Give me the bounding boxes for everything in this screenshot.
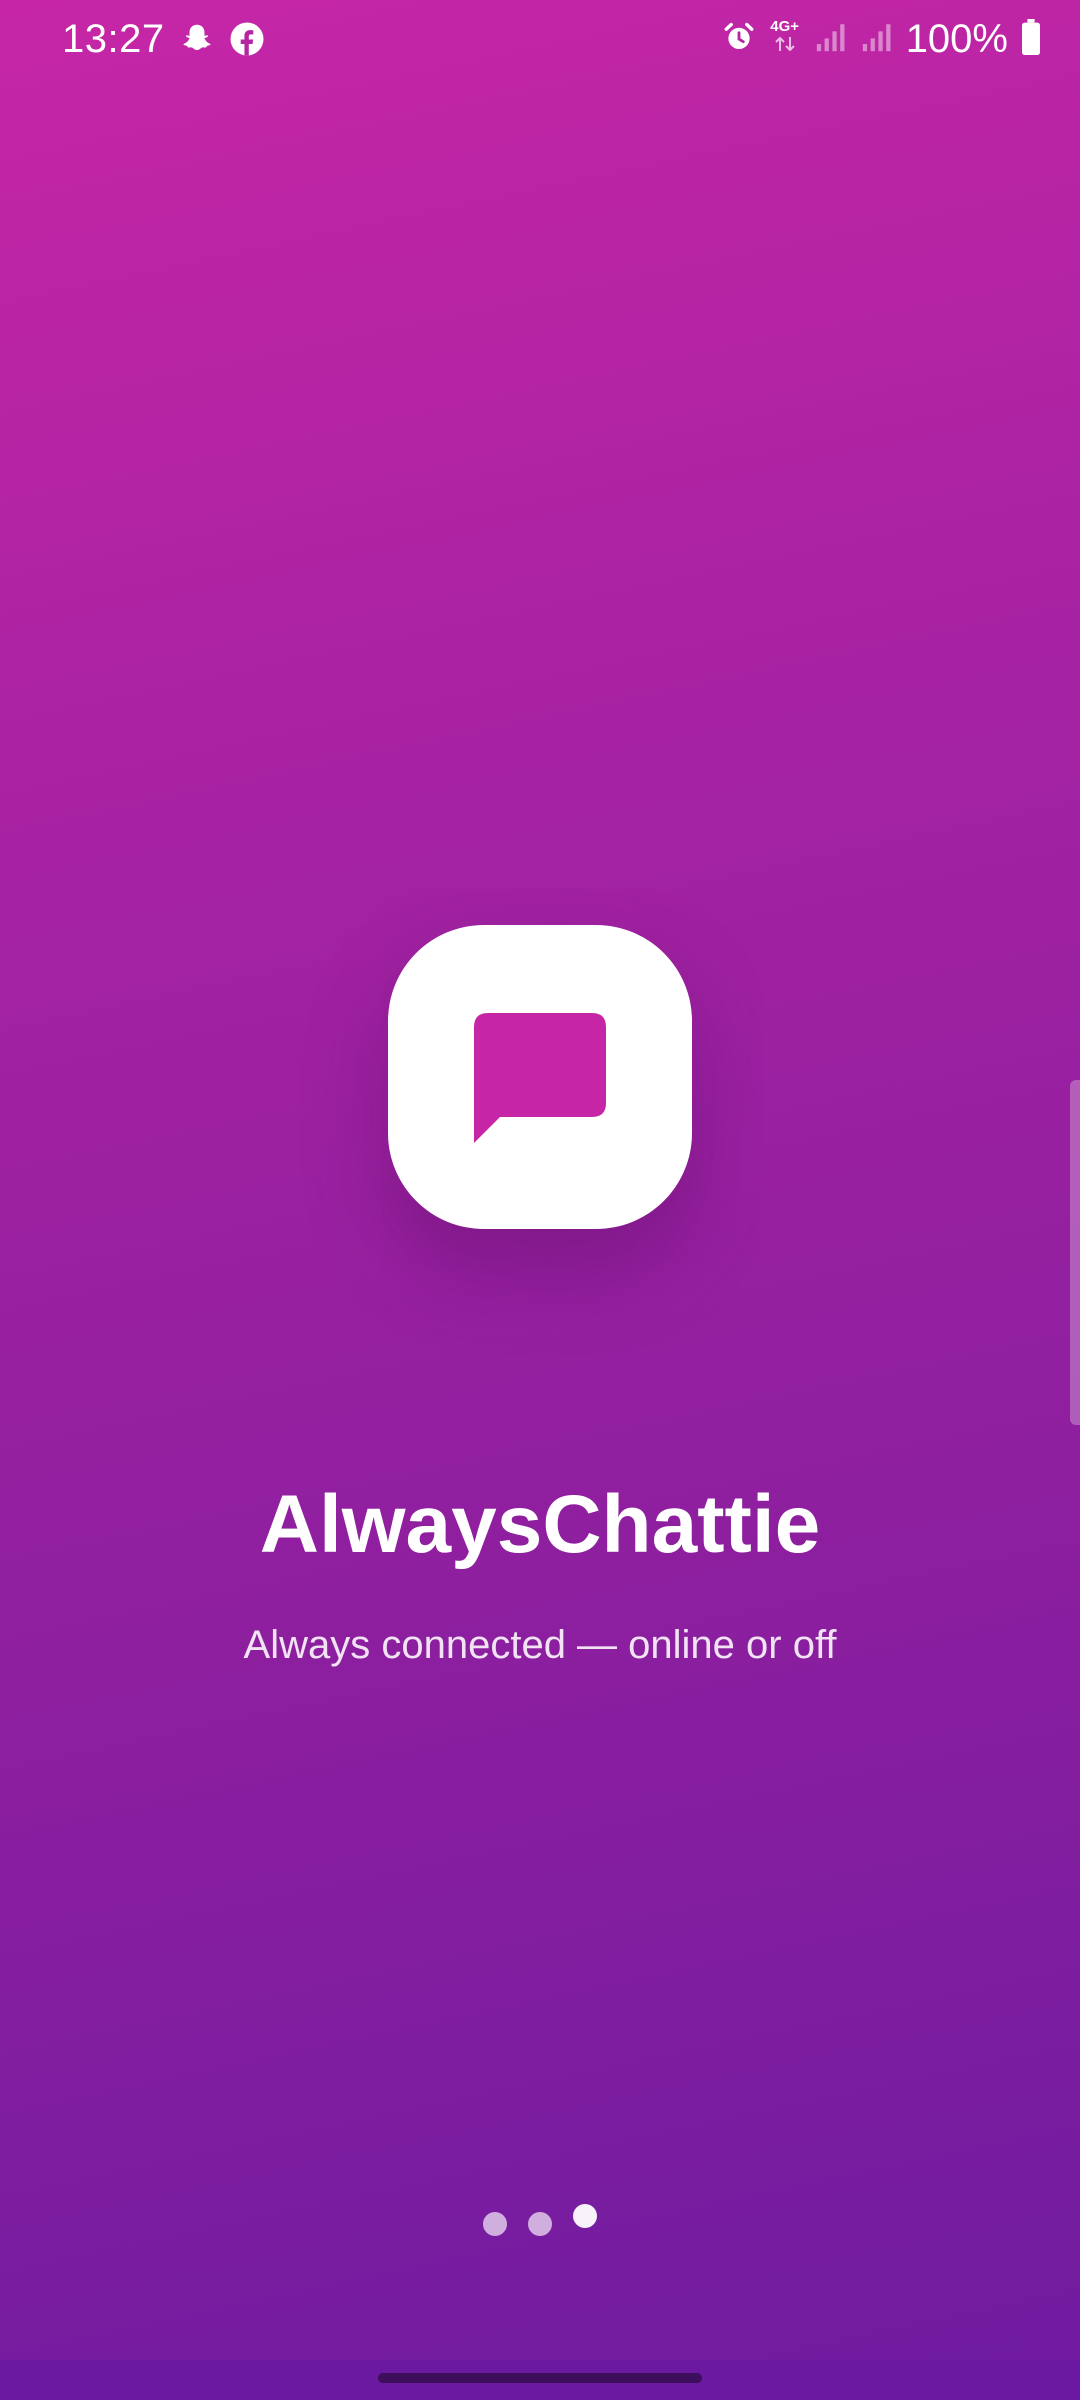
app-logo [388,925,692,1229]
status-bar-left: 13:27 [62,14,265,64]
chat-bubble-icon [474,1013,606,1143]
snapchat-icon [179,21,215,57]
clock: 13:27 [62,17,165,61]
page-dot-1 [483,2212,507,2236]
signal-icon-secondary [860,20,894,59]
network-type-indicator: 4G+ [768,19,802,53]
status-bar: 13:27 4G+ 100% [0,0,1080,80]
app-subtitle: Always connected — online or off [243,1623,837,1667]
alarm-icon [722,20,756,59]
edge-panel-handle[interactable] [1070,1080,1080,1425]
battery-icon [1020,18,1042,60]
page-dot-2 [528,2212,552,2236]
app-title: AlwaysChattie [259,1479,821,1570]
page-indicator [0,2200,1080,2240]
page-dot-3-active [573,2204,597,2228]
status-bar-right: 4G+ 100% [722,14,1042,64]
signal-icon [814,20,848,59]
network-type-label: 4G+ [770,18,800,35]
data-arrows-icon [774,36,795,52]
battery-percentage: 100% [905,17,1008,61]
facebook-icon [229,21,265,57]
home-indicator[interactable] [378,2373,702,2383]
